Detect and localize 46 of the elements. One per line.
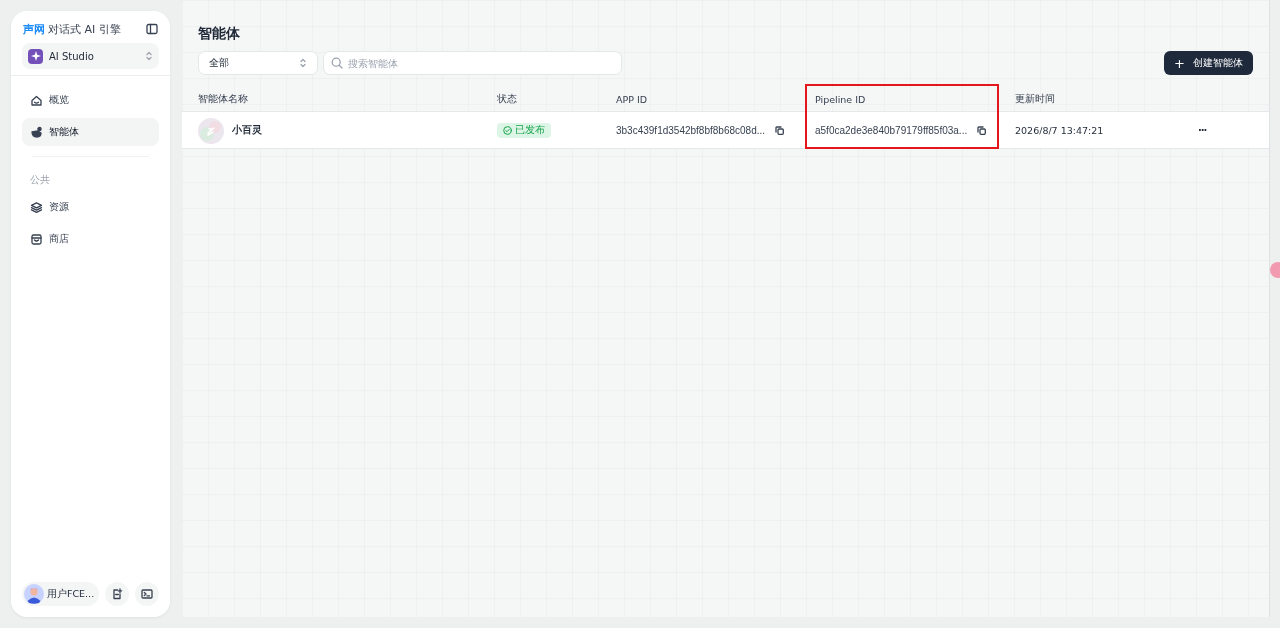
column-header: 智能体名称	[197, 93, 249, 106]
avatar-icon	[24, 584, 44, 604]
chevron-updown-icon	[145, 51, 153, 61]
search-icon	[331, 57, 343, 69]
document-plus-icon	[111, 588, 123, 600]
sparkle-icon	[28, 48, 43, 64]
sidebar-toggle-button[interactable]	[145, 22, 159, 36]
nav-item[interactable]: 资源	[22, 193, 159, 221]
copy-button[interactable]	[774, 125, 786, 136]
copy-icon	[775, 126, 785, 135]
layers-icon	[30, 200, 43, 214]
page-title: 智能体	[198, 25, 241, 43]
terminal-icon	[141, 588, 153, 600]
nav-item[interactable]: 商店	[22, 225, 159, 253]
column-header: 更新时间	[1014, 93, 1056, 106]
status-badge: 已发布	[497, 123, 551, 138]
workspace-selector[interactable]: AI Studio	[22, 43, 159, 69]
panel-icon	[146, 23, 158, 35]
chevron-updown-icon	[299, 58, 307, 68]
user-menu[interactable]: 用户FCE...	[22, 582, 99, 606]
agent-icon	[30, 125, 43, 139]
nav-item[interactable]: 智能体	[22, 118, 159, 146]
copy-icon	[977, 126, 987, 135]
create-button[interactable]: + 创建智能体	[1164, 51, 1253, 75]
column-header: Pipeline ID	[814, 94, 867, 105]
updated-time: 2026/8/7 13:47:21	[1015, 125, 1104, 136]
section-heading: 公共	[29, 173, 51, 187]
check-circle-icon	[503, 126, 512, 135]
column-header: APP ID	[615, 94, 649, 105]
add-document-button[interactable]	[105, 582, 129, 606]
home-icon	[30, 93, 43, 107]
bag-icon	[30, 232, 43, 246]
brand-logo: 声网	[23, 21, 45, 37]
search-field[interactable]: 搜索智能体	[323, 51, 622, 75]
column-header: 状态	[496, 93, 518, 106]
table-row[interactable]	[182, 112, 1269, 149]
app-id-text: 3b3c439f1d3542bf8bf8b68c08d...	[616, 125, 766, 136]
filter-dropdown[interactable]: 全部	[198, 51, 318, 75]
agent-avatar-icon	[198, 117, 224, 144]
pipeline-id-text: a5f0ca2de3e840b79179ff85f03a...	[815, 125, 968, 136]
copy-button[interactable]	[976, 125, 988, 136]
agent-name: 小百灵	[232, 124, 262, 137]
more-button[interactable]: ···	[1198, 125, 1207, 136]
app-title: 对话式 AI 引擎	[48, 21, 121, 37]
nav-item[interactable]: 概览	[22, 86, 159, 114]
terminal-button[interactable]	[135, 582, 159, 606]
